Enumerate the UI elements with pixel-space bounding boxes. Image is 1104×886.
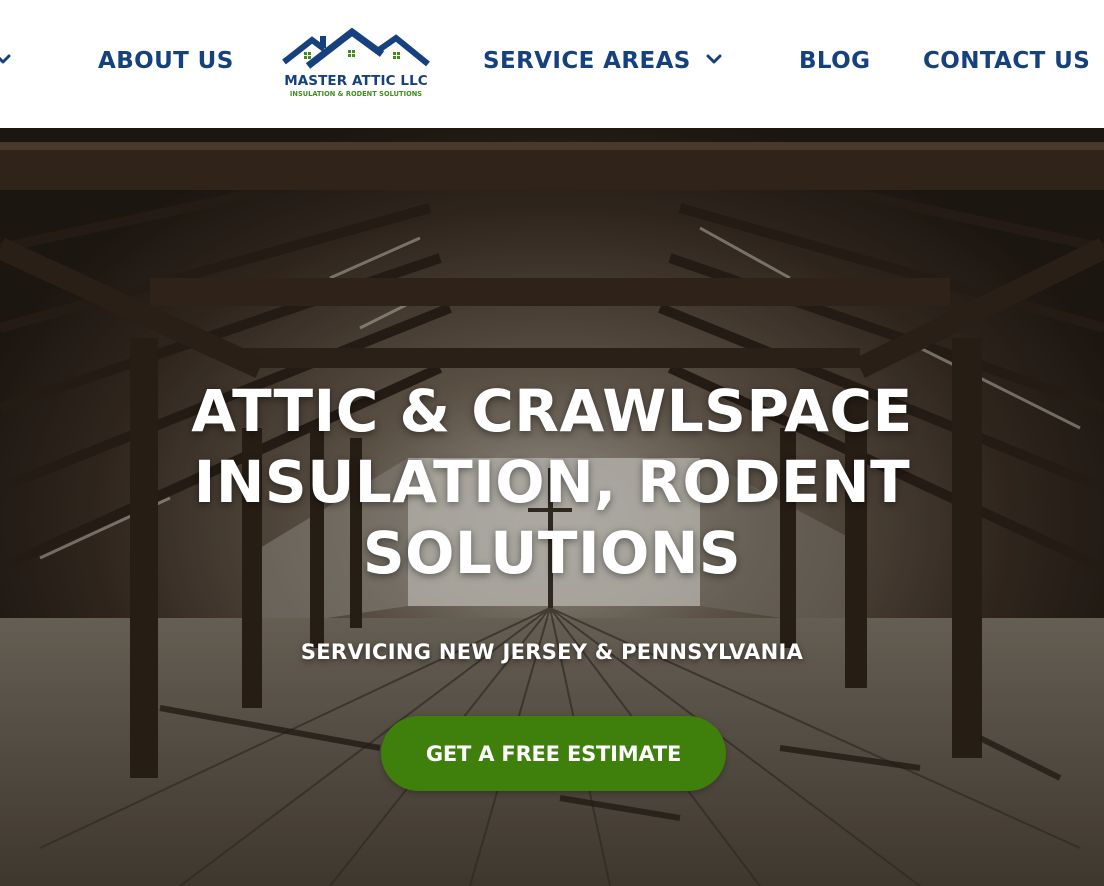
site-header: ABOUT US MASTER ATTIC LLC INSULATION & R… bbox=[0, 0, 1104, 128]
nav-contact-us[interactable]: CONTACT US bbox=[923, 46, 1090, 76]
house-roof-icon bbox=[282, 27, 430, 69]
nav-label: BLOG bbox=[799, 48, 871, 74]
logo-title: MASTER ATTIC LLC bbox=[284, 73, 428, 89]
hero-title: ATTIC & CRAWLSPACE INSULATION, RODENT SO… bbox=[120, 376, 984, 589]
nav-blog[interactable]: BLOG bbox=[799, 46, 870, 76]
logo[interactable]: MASTER ATTIC LLC INSULATION & RODENT SOL… bbox=[278, 26, 434, 102]
nav-label: ABOUT US bbox=[98, 48, 234, 74]
hero-subtitle: SERVICING NEW JERSEY & PENNSYLVANIA bbox=[300, 640, 804, 664]
chevron-down-icon bbox=[705, 48, 723, 74]
nav-label: CONTACT US bbox=[923, 48, 1091, 74]
nav-about-us[interactable]: ABOUT US bbox=[98, 46, 234, 76]
logo-subtitle: INSULATION & RODENT SOLUTIONS bbox=[289, 90, 423, 98]
hero-title-line: SOLUTIONS bbox=[362, 519, 742, 587]
nav-service-areas[interactable]: SERVICE AREAS bbox=[483, 46, 723, 76]
free-estimate-button[interactable]: GET A FREE ESTIMATE bbox=[381, 716, 726, 791]
hero-title-line: INSULATION, RODENT bbox=[193, 448, 911, 516]
chevron-down-icon[interactable] bbox=[0, 50, 14, 75]
hero-section: ATTIC & CRAWLSPACE INSULATION, RODENT SO… bbox=[0, 128, 1104, 886]
nav-label: SERVICE AREAS bbox=[483, 48, 691, 74]
hero-title-line: ATTIC & CRAWLSPACE bbox=[191, 377, 913, 445]
